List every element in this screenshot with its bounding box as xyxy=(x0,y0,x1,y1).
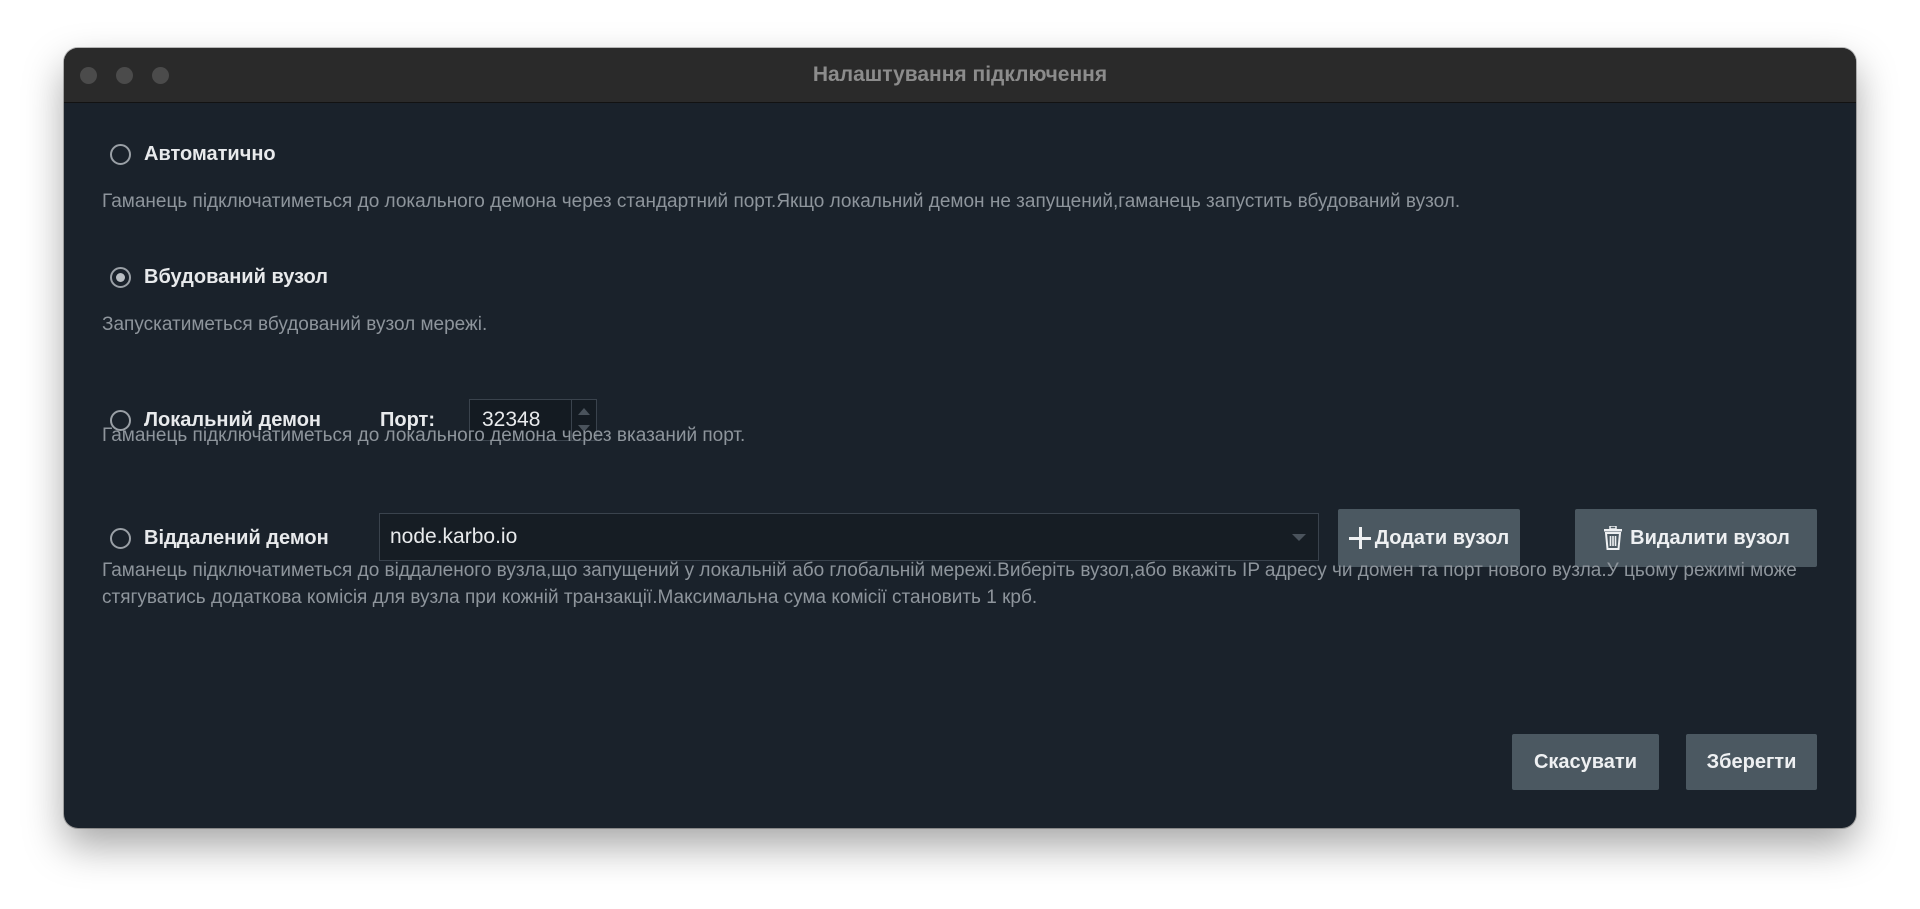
add-node-label: Додати вузол xyxy=(1374,526,1510,549)
node-combobox[interactable]: node.karbo.io xyxy=(379,513,1319,561)
auto-description: Гаманець підключатиметься до локального … xyxy=(102,191,1461,212)
node-value[interactable]: node.karbo.io xyxy=(390,514,517,560)
chevron-up-icon[interactable] xyxy=(578,408,590,415)
save-button[interactable]: Зберегти xyxy=(1686,734,1817,790)
radio-option-remote[interactable]: Віддалений демон xyxy=(110,523,329,553)
embedded-description: Запускатиметься вбудований вузол мережі. xyxy=(102,314,488,335)
local-description: Гаманець підключатиметься до локального … xyxy=(102,425,746,446)
connection-settings-window: Налаштування підключення Автоматично Гам… xyxy=(64,48,1856,828)
radio-remote[interactable] xyxy=(110,527,131,549)
radio-auto[interactable] xyxy=(110,143,131,165)
radio-remote-label[interactable]: Віддалений демон xyxy=(144,527,329,550)
title-bar: Налаштування підключення xyxy=(64,48,1856,103)
plus-icon xyxy=(1348,527,1371,549)
remote-description: Гаманець підключатиметься до віддаленого… xyxy=(102,560,1797,608)
trash-icon xyxy=(1604,526,1623,550)
radio-embedded-label[interactable]: Вбудований вузол xyxy=(144,266,328,289)
remove-node-label: Видалити вузол xyxy=(1630,526,1790,549)
cancel-button[interactable]: Скасувати xyxy=(1512,734,1659,790)
radio-option-auto[interactable]: Автоматично xyxy=(110,139,276,169)
radio-auto-label[interactable]: Автоматично xyxy=(144,143,276,166)
window-title: Налаштування підключення xyxy=(812,63,1108,86)
radio-embedded[interactable] xyxy=(110,266,131,288)
dropdown-arrow-icon[interactable] xyxy=(1292,534,1306,541)
radio-option-embedded[interactable]: Вбудований вузол xyxy=(110,262,328,292)
